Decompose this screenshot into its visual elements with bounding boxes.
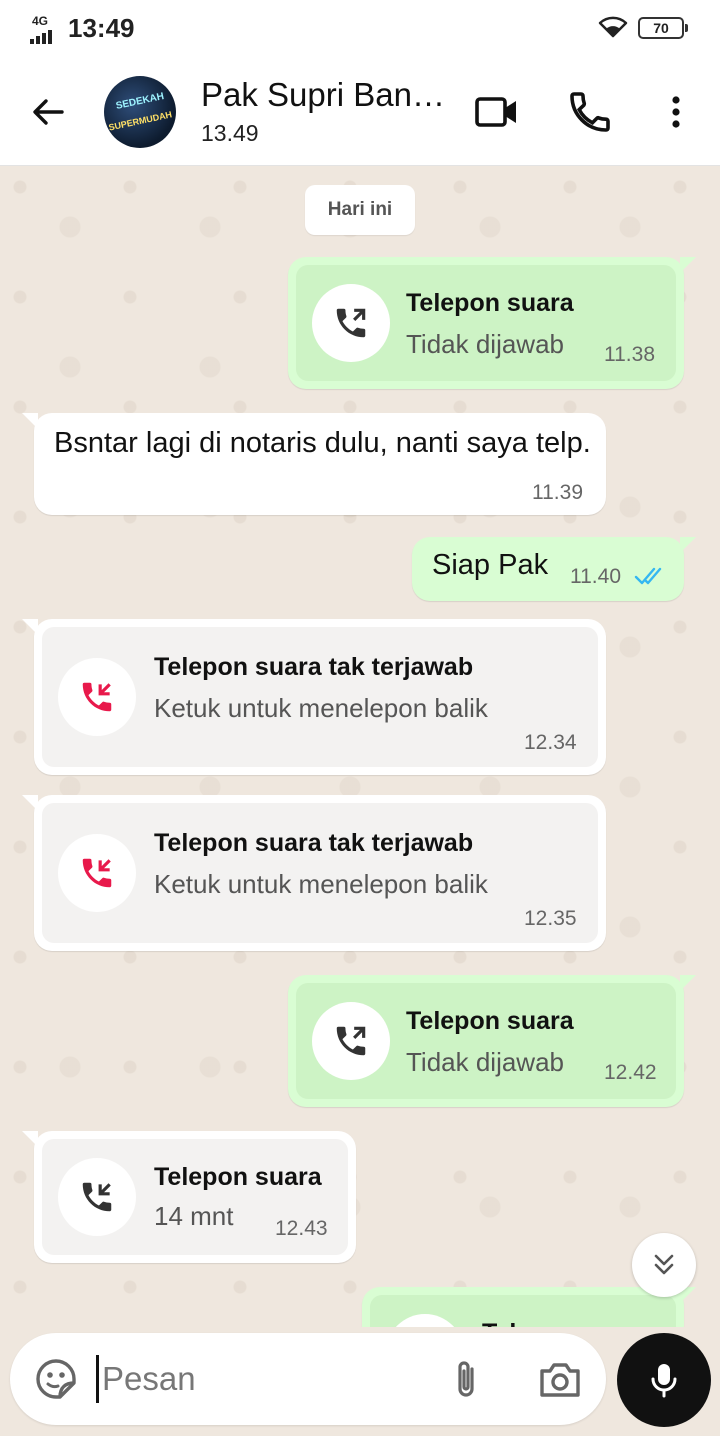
outgoing-call-icon bbox=[312, 1002, 390, 1080]
message-time: 11.39 bbox=[532, 481, 583, 504]
wifi-icon bbox=[598, 16, 628, 38]
text-caret bbox=[96, 1355, 99, 1403]
paperclip-icon[interactable] bbox=[442, 1355, 490, 1403]
call-title: Telepon suara tak terjawab bbox=[154, 653, 474, 681]
message-composer bbox=[10, 1333, 606, 1425]
call-bubble-outgoing[interactable]: Tel bbox=[362, 1287, 696, 1327]
network-type: 4G bbox=[32, 14, 49, 28]
outgoing-call-icon bbox=[312, 284, 390, 362]
call-title: Telepon suara tak terjawab bbox=[154, 829, 474, 857]
signal-indicator: 4G bbox=[30, 14, 58, 44]
message-text: Bsntar lagi di notaris dulu, nanti saya … bbox=[54, 427, 591, 459]
status-time: 13:49 bbox=[68, 13, 135, 43]
text-bubble-outgoing[interactable]: Siap Pak 11.40 bbox=[412, 537, 696, 601]
call-card: Telepon suara tak terjawab Ketuk untuk m… bbox=[42, 803, 598, 943]
scroll-to-bottom-button[interactable] bbox=[632, 1233, 696, 1297]
incoming-call-icon bbox=[58, 1158, 136, 1236]
missed-call-icon bbox=[58, 658, 136, 736]
sticker-icon[interactable] bbox=[32, 1355, 80, 1403]
call-status: Ketuk untuk menelepon balik bbox=[154, 693, 488, 723]
message-text: Siap Pak bbox=[432, 549, 549, 581]
more-vert-icon[interactable] bbox=[652, 88, 700, 136]
outgoing-call-icon bbox=[386, 1314, 464, 1327]
phone-icon[interactable] bbox=[566, 88, 614, 136]
call-bubble-outgoing[interactable]: Telepon suara Tidak dijawab 11.38 bbox=[288, 257, 696, 389]
last-seen: 13.49 bbox=[201, 120, 259, 146]
call-bubble-incoming[interactable]: Telepon suara 14 mnt 12.43 bbox=[22, 1131, 356, 1263]
call-title: Telepon suara bbox=[406, 289, 574, 317]
chat-header: SEDEKAH SUPERMUDAH Pak Supri Ban… 13.49 bbox=[0, 56, 720, 166]
video-call-icon[interactable] bbox=[472, 88, 520, 136]
text-bubble-incoming[interactable]: Bsntar lagi di notaris dulu, nanti saya … bbox=[22, 413, 606, 515]
message-input[interactable] bbox=[102, 1353, 432, 1405]
avatar[interactable]: SEDEKAH SUPERMUDAH bbox=[104, 76, 176, 148]
call-status: Tidak dijawab bbox=[406, 329, 565, 359]
back-arrow-icon[interactable] bbox=[26, 90, 70, 134]
battery-indicator: 70 bbox=[638, 17, 688, 39]
call-card: Tel bbox=[370, 1295, 676, 1327]
double-check-icon bbox=[634, 567, 662, 585]
message-time: 11.38 bbox=[604, 343, 655, 366]
call-bubble-outgoing[interactable]: Telepon suara Tidak dijawab 12.42 bbox=[288, 975, 696, 1107]
status-bar: 4G 13:49 70 bbox=[0, 0, 720, 56]
message-time: 12.35 bbox=[524, 907, 577, 930]
signal-bars-icon bbox=[30, 30, 52, 44]
call-card: Telepon suara Tidak dijawab 12.42 bbox=[296, 983, 676, 1099]
avatar-text-2: SUPERMUDAH bbox=[107, 109, 173, 133]
call-card: Telepon suara Tidak dijawab 11.38 bbox=[296, 265, 676, 381]
chat-area[interactable]: Hari ini Telepon suara Tidak dijawab 11.… bbox=[0, 167, 720, 1327]
chevron-double-down-icon bbox=[654, 1254, 674, 1275]
mic-icon bbox=[651, 1364, 677, 1398]
call-title: Tel bbox=[482, 1319, 516, 1327]
call-card: Telepon suara 14 mnt 12.43 bbox=[42, 1139, 348, 1255]
call-card: Telepon suara tak terjawab Ketuk untuk m… bbox=[42, 627, 598, 767]
mic-button[interactable] bbox=[617, 1333, 711, 1427]
missed-call-bubble[interactable]: Telepon suara tak terjawab Ketuk untuk m… bbox=[22, 619, 606, 775]
message-time: 12.43 bbox=[275, 1217, 328, 1240]
call-duration: 14 mnt bbox=[154, 1201, 234, 1231]
call-title: Telepon suara bbox=[406, 1007, 574, 1035]
missed-call-icon bbox=[58, 834, 136, 912]
message-time: 12.34 bbox=[524, 731, 577, 754]
message-time: 12.42 bbox=[604, 1061, 657, 1084]
camera-icon[interactable] bbox=[536, 1355, 584, 1403]
missed-call-bubble[interactable]: Telepon suara tak terjawab Ketuk untuk m… bbox=[22, 795, 606, 951]
contact-name[interactable]: Pak Supri Ban… bbox=[201, 76, 445, 114]
message-time: 11.40 bbox=[570, 565, 621, 588]
call-status: Tidak dijawab bbox=[406, 1047, 565, 1077]
call-title: Telepon suara bbox=[154, 1163, 322, 1191]
call-status: Ketuk untuk menelepon balik bbox=[154, 869, 488, 899]
date-chip: Hari ini bbox=[305, 185, 415, 235]
